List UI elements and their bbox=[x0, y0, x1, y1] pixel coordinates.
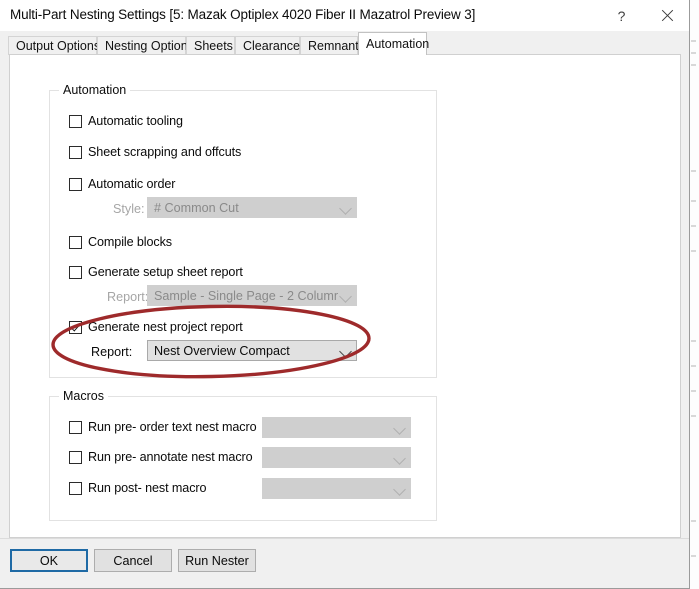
ok-button[interactable]: OK bbox=[10, 549, 88, 572]
multi-part-nesting-settings-dialog: Multi-Part Nesting Settings [5: Mazak Op… bbox=[0, 0, 690, 589]
run-pre-annotate-nest-macro-checkbox[interactable] bbox=[69, 450, 82, 464]
automatic-tooling-row[interactable]: Automatic tooling bbox=[69, 114, 183, 128]
generate-nest-project-report-row[interactable]: Generate nest project report bbox=[69, 320, 243, 334]
close-button[interactable] bbox=[644, 0, 689, 31]
run-pre-order-text-nest-macro-row[interactable]: Run pre- order text nest macro bbox=[69, 420, 257, 434]
background-detail bbox=[691, 200, 696, 202]
nest-report-label: Report: bbox=[91, 345, 133, 359]
chevron-down-icon bbox=[338, 198, 356, 217]
compile-blocks-checkbox[interactable] bbox=[69, 235, 82, 249]
background-detail bbox=[691, 390, 696, 392]
background-detail bbox=[691, 365, 696, 367]
run-pre-order-text-nest-macro-label: Run pre- order text nest macro bbox=[88, 420, 257, 434]
automation-group: Automation bbox=[49, 83, 437, 378]
dialog-button-bar: OK Cancel Run Nester bbox=[0, 538, 689, 588]
background-detail bbox=[691, 555, 696, 557]
tab-nesting-options[interactable]: Nesting Options bbox=[97, 36, 194, 55]
automation-tab-page: Automation Automatic tooling Sheet scrap… bbox=[9, 54, 681, 538]
background-detail bbox=[691, 40, 696, 42]
style-dropdown-value: # Common Cut bbox=[154, 200, 239, 215]
tab-strip: Output Options Nesting Options Sheets Cl… bbox=[0, 31, 689, 55]
generate-nest-project-report-checkbox[interactable] bbox=[69, 320, 82, 334]
run-post-nest-macro-row[interactable]: Run post- nest macro bbox=[69, 481, 207, 495]
generate-nest-project-report-label: Generate nest project report bbox=[88, 320, 243, 334]
background-detail bbox=[691, 340, 696, 342]
cancel-button[interactable]: Cancel bbox=[94, 549, 172, 572]
run-post-nest-macro-checkbox[interactable] bbox=[69, 481, 82, 495]
sheet-scrapping-label: Sheet scrapping and offcuts bbox=[88, 145, 242, 159]
run-pre-annotate-nest-macro-dropdown[interactable] bbox=[262, 447, 411, 468]
close-icon bbox=[660, 9, 674, 23]
macros-group-legend: Macros bbox=[59, 389, 108, 403]
nest-report-dropdown-value: Nest Overview Compact bbox=[154, 343, 290, 358]
generate-setup-sheet-report-row[interactable]: Generate setup sheet report bbox=[69, 265, 243, 279]
automatic-order-label: Automatic order bbox=[88, 177, 176, 191]
chevron-down-icon bbox=[392, 448, 410, 467]
tab-clearances[interactable]: Clearances bbox=[235, 36, 306, 55]
background-detail bbox=[691, 64, 696, 66]
generate-setup-sheet-report-checkbox[interactable] bbox=[69, 265, 82, 279]
help-button[interactable]: ? bbox=[599, 0, 644, 31]
background-detail bbox=[691, 52, 696, 54]
run-pre-order-text-nest-macro-dropdown[interactable] bbox=[262, 417, 411, 438]
chevron-down-icon bbox=[392, 479, 410, 498]
compile-blocks-label: Compile blocks bbox=[88, 235, 172, 249]
question-mark-icon: ? bbox=[617, 7, 626, 24]
sheet-scrapping-checkbox[interactable] bbox=[69, 145, 82, 159]
setup-report-dropdown-value: Sample - Single Page - 2 Column Parts bbox=[154, 288, 338, 303]
tab-output-options[interactable]: Output Options bbox=[8, 36, 100, 55]
run-pre-annotate-nest-macro-row[interactable]: Run pre- annotate nest macro bbox=[69, 450, 253, 464]
setup-report-label: Report: bbox=[107, 290, 149, 304]
run-nester-button[interactable]: Run Nester bbox=[178, 549, 256, 572]
automatic-tooling-label: Automatic tooling bbox=[88, 114, 183, 128]
automatic-tooling-checkbox[interactable] bbox=[69, 114, 82, 128]
nest-report-dropdown[interactable]: Nest Overview Compact bbox=[147, 340, 357, 361]
run-post-nest-macro-dropdown[interactable] bbox=[262, 478, 411, 499]
tab-sheets[interactable]: Sheets bbox=[186, 36, 235, 55]
automatic-order-checkbox[interactable] bbox=[69, 177, 82, 191]
run-pre-annotate-nest-macro-label: Run pre- annotate nest macro bbox=[88, 450, 253, 464]
background-detail bbox=[691, 250, 696, 252]
chevron-down-icon bbox=[392, 418, 410, 437]
background-detail bbox=[691, 520, 696, 522]
compile-blocks-row[interactable]: Compile blocks bbox=[69, 235, 172, 249]
automation-group-legend: Automation bbox=[59, 83, 131, 97]
background-detail bbox=[691, 415, 696, 417]
run-pre-order-text-nest-macro-checkbox[interactable] bbox=[69, 420, 82, 434]
background-detail bbox=[691, 225, 696, 227]
generate-setup-sheet-report-label: Generate setup sheet report bbox=[88, 265, 243, 279]
chevron-down-icon bbox=[338, 341, 356, 360]
tab-automation[interactable]: Automation bbox=[358, 32, 429, 55]
chevron-down-icon bbox=[338, 286, 356, 305]
style-dropdown[interactable]: # Common Cut bbox=[147, 197, 357, 218]
window-title: Multi-Part Nesting Settings [5: Mazak Op… bbox=[10, 7, 476, 22]
title-bar: Multi-Part Nesting Settings [5: Mazak Op… bbox=[0, 0, 689, 31]
sheet-scrapping-row[interactable]: Sheet scrapping and offcuts bbox=[69, 145, 241, 159]
run-post-nest-macro-label: Run post- nest macro bbox=[88, 481, 207, 495]
style-label: Style: bbox=[113, 202, 145, 216]
tab-remnants[interactable]: Remnants bbox=[300, 36, 365, 55]
setup-report-dropdown[interactable]: Sample - Single Page - 2 Column Parts bbox=[147, 285, 357, 306]
automatic-order-row[interactable]: Automatic order bbox=[69, 177, 176, 191]
background-detail bbox=[691, 170, 696, 172]
